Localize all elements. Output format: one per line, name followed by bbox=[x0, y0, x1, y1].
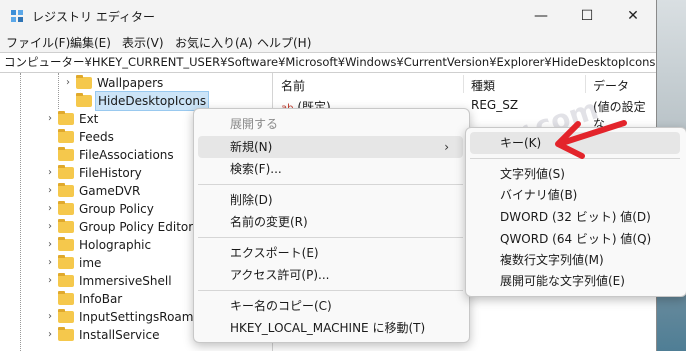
menu-item-label: エクスポート(E) bbox=[230, 246, 319, 260]
menu-separator bbox=[198, 237, 463, 238]
minimize-button[interactable]: — bbox=[518, 0, 564, 32]
folder-icon bbox=[58, 129, 74, 143]
column-divider[interactable] bbox=[463, 75, 464, 93]
tree-item-label: InstallService bbox=[79, 328, 160, 342]
chevron-right-icon[interactable]: › bbox=[44, 236, 56, 254]
chevron-right-icon[interactable]: › bbox=[44, 164, 56, 182]
menu-item-permissions[interactable]: アクセス許可(P)... bbox=[198, 264, 463, 286]
menu-bar: ファイル(F) 編集(E) 表示(V) お気に入り(A) ヘルプ(H) bbox=[0, 32, 656, 52]
submenu-item-string-value[interactable]: 文字列値(S) bbox=[470, 163, 680, 185]
chevron-right-icon[interactable]: › bbox=[44, 254, 56, 272]
chevron-right-icon[interactable]: › bbox=[44, 308, 56, 326]
folder-icon bbox=[58, 255, 74, 269]
registry-editor-icon bbox=[11, 10, 23, 22]
tree-item-label: GameDVR bbox=[79, 184, 141, 198]
menu-item-label: 展開する bbox=[230, 117, 279, 131]
title-bar[interactable]: レジストリ エディター — ☐ ✕ bbox=[0, 0, 656, 32]
menu-separator bbox=[198, 184, 463, 185]
menu-item-label: キー(K) bbox=[500, 136, 542, 150]
column-divider[interactable] bbox=[585, 75, 586, 93]
folder-icon bbox=[76, 75, 92, 89]
chevron-right-icon[interactable]: › bbox=[44, 326, 56, 344]
chevron-right-icon: › bbox=[444, 140, 449, 154]
folder-icon bbox=[58, 291, 74, 305]
menu-item-label: バイナリ値(B) bbox=[500, 188, 578, 202]
context-menu: 展開する 新規(N) › 検索(F)... 削除(D) 名前の変更(R) エクスポ… bbox=[193, 108, 470, 343]
menu-item-delete[interactable]: 削除(D) bbox=[198, 189, 463, 211]
folder-icon bbox=[76, 93, 92, 107]
tree-item-label: Holographic bbox=[79, 238, 152, 252]
tree-guide-line bbox=[58, 73, 60, 109]
menu-item-label: 文字列値(S) bbox=[500, 167, 565, 181]
tree-item-label: ImmersiveShell bbox=[79, 274, 172, 288]
tree-item-label: Group Policy bbox=[79, 202, 154, 216]
tree-item-label: Group Policy Editor bbox=[79, 220, 194, 234]
chevron-right-icon[interactable]: › bbox=[44, 272, 56, 290]
tree-item-label: FileHistory bbox=[79, 166, 142, 180]
menu-item-label: QWORD (64 ビット) 値(Q) bbox=[500, 232, 652, 246]
tree-item-label: InfoBar bbox=[79, 292, 123, 306]
menu-separator bbox=[198, 290, 463, 291]
menu-item-label: 展開可能な文字列値(E) bbox=[500, 274, 625, 288]
column-header-type[interactable]: 種類 bbox=[471, 77, 495, 94]
column-header-data[interactable]: データ bbox=[593, 77, 629, 94]
column-header-name[interactable]: 名前 bbox=[281, 77, 305, 94]
menu-item-label: キー名のコピー(C) bbox=[230, 299, 332, 313]
submenu-item-dword-value[interactable]: DWORD (32 ビット) 値(D) bbox=[470, 206, 680, 228]
window-title: レジストリ エディター bbox=[32, 10, 155, 24]
menu-item-copy-key-name[interactable]: キー名のコピー(C) bbox=[198, 295, 463, 317]
folder-icon bbox=[58, 237, 74, 251]
menu-item-label: 名前の変更(R) bbox=[230, 215, 308, 229]
folder-icon bbox=[58, 273, 74, 287]
menu-item-label: アクセス許可(P)... bbox=[230, 268, 330, 282]
tree-item-label: Feeds bbox=[79, 130, 114, 144]
folder-icon bbox=[58, 147, 74, 161]
close-button[interactable]: ✕ bbox=[610, 0, 656, 32]
chevron-right-icon[interactable]: › bbox=[44, 110, 56, 128]
folder-icon bbox=[58, 327, 74, 341]
chevron-right-icon[interactable]: › bbox=[62, 74, 74, 92]
menu-help[interactable]: ヘルプ(H) bbox=[257, 34, 311, 51]
chevron-right-icon[interactable]: › bbox=[44, 200, 56, 218]
chevron-right-icon[interactable]: › bbox=[44, 218, 56, 236]
value-type: REG_SZ bbox=[471, 98, 519, 112]
menu-favorites[interactable]: お気に入り(A) bbox=[175, 34, 253, 51]
address-bar[interactable]: コンピューター¥HKEY_CURRENT_USER¥Software¥Micro… bbox=[0, 52, 656, 73]
folder-icon bbox=[58, 183, 74, 197]
menu-view[interactable]: 表示(V) bbox=[122, 34, 164, 51]
menu-item-label: 削除(D) bbox=[230, 193, 273, 207]
menu-item-rename[interactable]: 名前の変更(R) bbox=[198, 211, 463, 233]
menu-item-export[interactable]: エクスポート(E) bbox=[198, 242, 463, 264]
menu-item-label: DWORD (32 ビット) 値(D) bbox=[500, 210, 651, 224]
maximize-button[interactable]: ☐ bbox=[564, 0, 610, 32]
annotation-arrow-icon bbox=[555, 120, 627, 159]
folder-icon bbox=[58, 219, 74, 233]
folder-icon bbox=[58, 165, 74, 179]
menu-item-find[interactable]: 検索(F)... bbox=[198, 158, 463, 180]
menu-item-go-to-hklm[interactable]: HKEY_LOCAL_MACHINE に移動(T) bbox=[198, 317, 463, 339]
chevron-right-icon[interactable]: › bbox=[44, 182, 56, 200]
submenu-item-qword-value[interactable]: QWORD (64 ビット) 値(Q) bbox=[470, 228, 680, 250]
folder-icon bbox=[58, 201, 74, 215]
menu-edit[interactable]: 編集(E) bbox=[70, 34, 111, 51]
tree-guide-line bbox=[20, 73, 22, 351]
tree-item-label: InputSettingsRoamin bbox=[79, 310, 205, 324]
menu-file[interactable]: ファイル(F) bbox=[6, 34, 70, 51]
tree-item-label: FileAssociations bbox=[79, 148, 174, 162]
menu-item-new[interactable]: 新規(N) › bbox=[198, 136, 463, 158]
folder-icon bbox=[58, 309, 74, 323]
menu-item-label: 新規(N) bbox=[230, 140, 273, 154]
tree-item-label: ime bbox=[79, 256, 102, 270]
menu-item-expand[interactable]: 展開する bbox=[198, 113, 463, 135]
submenu-item-binary-value[interactable]: バイナリ値(B) bbox=[470, 184, 680, 206]
submenu-item-expandable-string-value[interactable]: 展開可能な文字列値(E) bbox=[470, 270, 680, 292]
menu-item-label: 検索(F)... bbox=[230, 162, 282, 176]
tree-item-label: HideDesktopIcons bbox=[95, 91, 210, 111]
tree-item-label: Wallpapers bbox=[97, 76, 164, 90]
menu-item-label: 複数行文字列値(M) bbox=[500, 253, 604, 267]
tree-item-label: Ext bbox=[79, 112, 99, 126]
submenu-item-multi-string-value[interactable]: 複数行文字列値(M) bbox=[470, 249, 680, 271]
menu-item-label: HKEY_LOCAL_MACHINE に移動(T) bbox=[230, 321, 426, 335]
folder-icon bbox=[58, 111, 74, 125]
